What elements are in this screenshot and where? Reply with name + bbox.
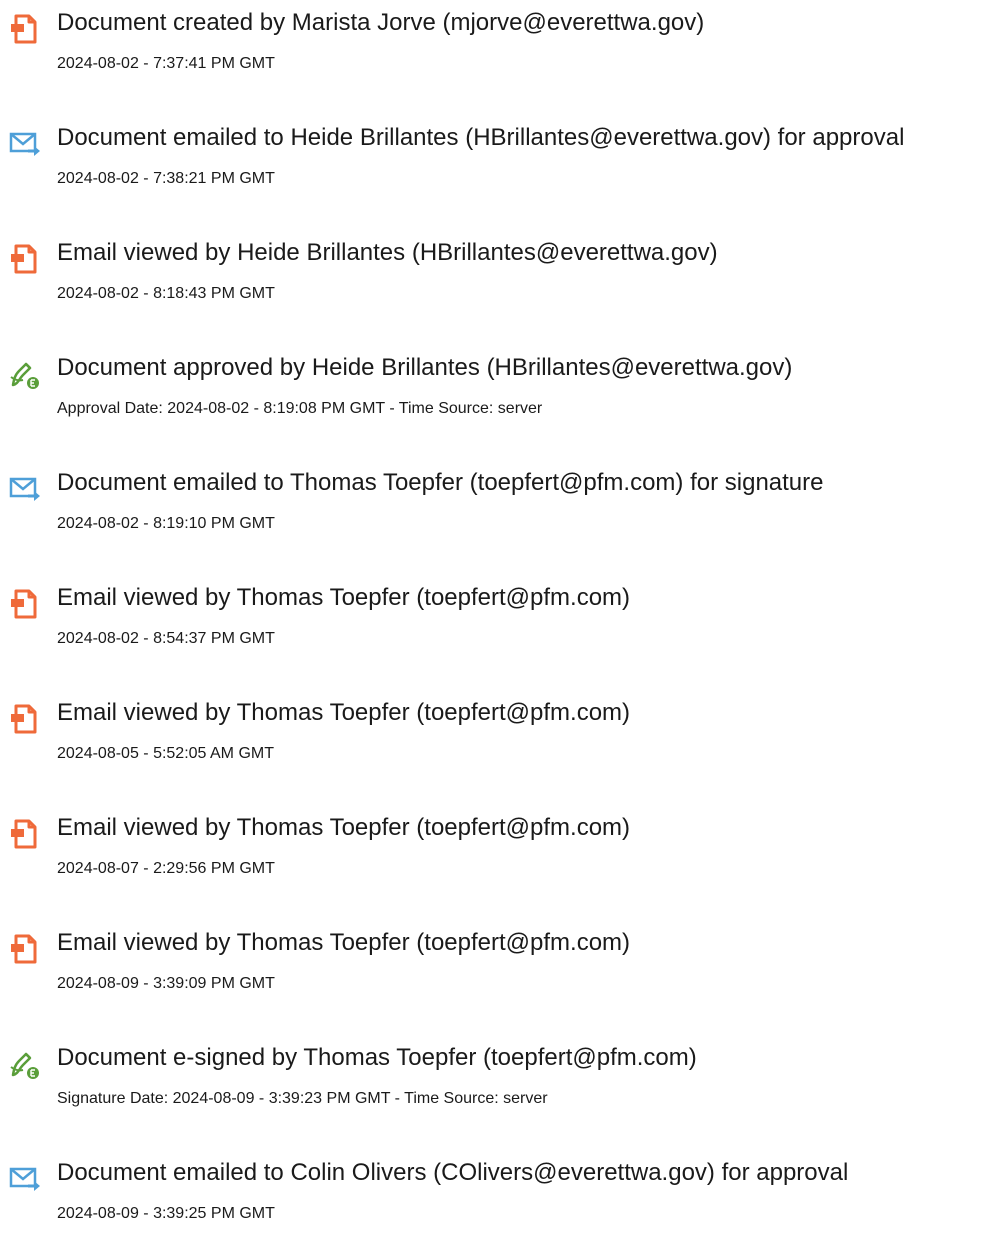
event-title: Email viewed by Thomas Toepfer (toepfert… xyxy=(57,699,631,726)
audit-log: Document created by Marista Jorve (mjorv… xyxy=(0,0,999,1224)
event-timestamp: 2024-08-02 - 7:37:41 PM GMT xyxy=(57,55,275,72)
event-title: Document emailed to Colin Olivers (COliv… xyxy=(57,1159,849,1186)
event-item: Email viewed by Thomas Toepfer (toepfert… xyxy=(0,698,999,778)
event-title: Email viewed by Thomas Toepfer (toepfert… xyxy=(57,929,631,956)
signature-pen-icon xyxy=(8,357,42,391)
event-timestamp: Signature Date: 2024-08-09 - 3:39:23 PM … xyxy=(57,1090,548,1107)
document-icon xyxy=(8,12,42,46)
event-item: Document created by Marista Jorve (mjorv… xyxy=(0,8,999,88)
event-item: Document approved by Heide Brillantes (H… xyxy=(0,353,999,433)
document-icon xyxy=(8,817,42,851)
event-title: Document e-signed by Thomas Toepfer (toe… xyxy=(57,1044,697,1071)
email-sent-icon xyxy=(8,1162,42,1196)
document-icon xyxy=(8,242,42,276)
signature-pen-icon xyxy=(8,1047,42,1081)
document-icon xyxy=(8,587,42,621)
event-timestamp: 2024-08-02 - 8:19:10 PM GMT xyxy=(57,515,275,532)
document-icon xyxy=(8,702,42,736)
event-timestamp: 2024-08-02 - 8:54:37 PM GMT xyxy=(57,630,275,647)
document-icon xyxy=(8,932,42,966)
event-timestamp: 2024-08-09 - 3:39:25 PM GMT xyxy=(57,1205,275,1222)
event-item: Email viewed by Heide Brillantes (HBrill… xyxy=(0,238,999,318)
event-item: Document emailed to Colin Olivers (COliv… xyxy=(0,1158,999,1238)
event-timestamp: 2024-08-07 - 2:29:56 PM GMT xyxy=(57,860,275,877)
event-item: Email viewed by Thomas Toepfer (toepfert… xyxy=(0,928,999,1008)
event-timestamp: 2024-08-02 - 8:18:43 PM GMT xyxy=(57,285,275,302)
email-sent-icon xyxy=(8,472,42,506)
event-title: Email viewed by Thomas Toepfer (toepfert… xyxy=(57,584,631,611)
event-timestamp: 2024-08-05 - 5:52:05 AM GMT xyxy=(57,745,274,762)
event-item: Document e-signed by Thomas Toepfer (toe… xyxy=(0,1043,999,1123)
event-title: Document approved by Heide Brillantes (H… xyxy=(57,354,793,381)
event-item: Email viewed by Thomas Toepfer (toepfert… xyxy=(0,813,999,893)
event-timestamp: 2024-08-02 - 7:38:21 PM GMT xyxy=(57,170,275,187)
event-item: Email viewed by Thomas Toepfer (toepfert… xyxy=(0,583,999,663)
event-item: Document emailed to Heide Brillantes (HB… xyxy=(0,123,999,203)
event-title: Document created by Marista Jorve (mjorv… xyxy=(57,9,705,36)
event-title: Document emailed to Thomas Toepfer (toep… xyxy=(57,469,824,496)
event-title: Email viewed by Heide Brillantes (HBrill… xyxy=(57,239,718,266)
event-item: Document emailed to Thomas Toepfer (toep… xyxy=(0,468,999,548)
event-title: Document emailed to Heide Brillantes (HB… xyxy=(57,124,905,151)
event-title: Email viewed by Thomas Toepfer (toepfert… xyxy=(57,814,631,841)
event-timestamp: 2024-08-09 - 3:39:09 PM GMT xyxy=(57,975,275,992)
email-sent-icon xyxy=(8,127,42,161)
event-timestamp: Approval Date: 2024-08-02 - 8:19:08 PM G… xyxy=(57,400,543,417)
